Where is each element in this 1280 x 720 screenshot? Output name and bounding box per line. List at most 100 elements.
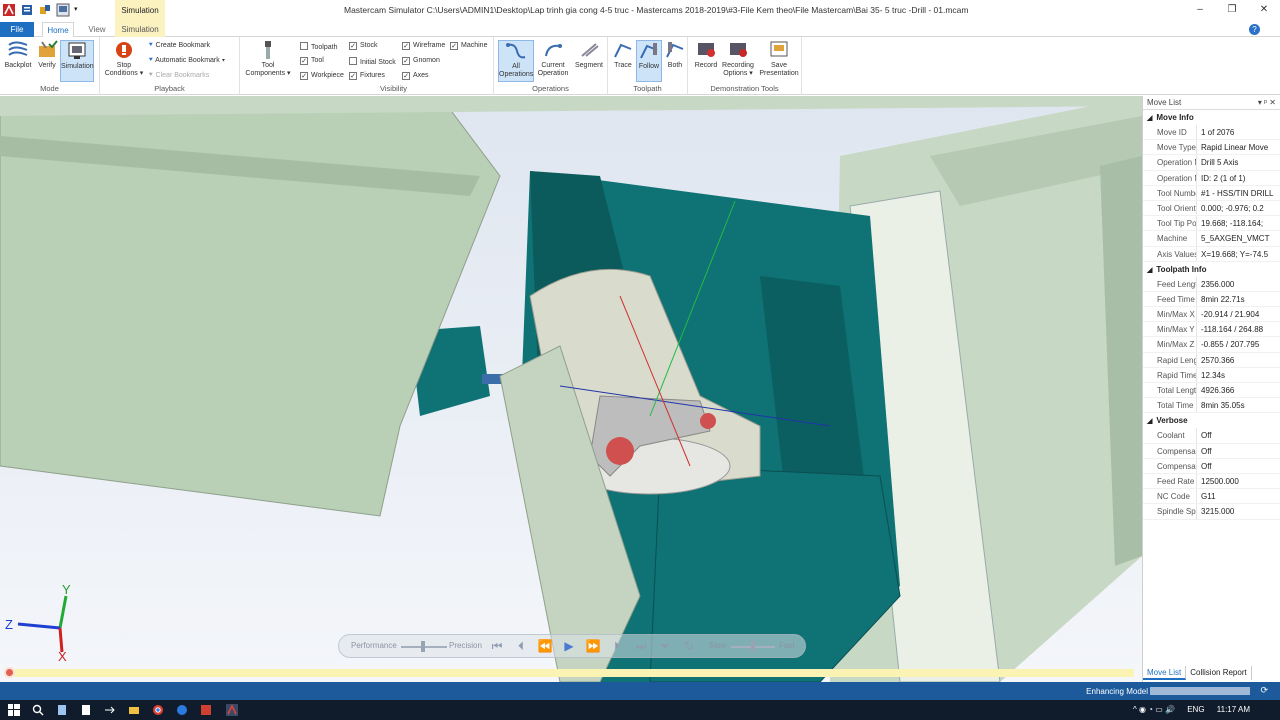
follow-button[interactable]: Follow <box>636 40 662 82</box>
restore-button[interactable]: ❐ <box>1216 0 1248 22</box>
rewind-icon[interactable]: ⏪ <box>537 638 553 654</box>
chrome-icon[interactable] <box>152 704 164 716</box>
arrow-icon[interactable] <box>104 704 116 716</box>
wireframe-checkbox[interactable]: ✓ Wireframe <box>402 42 445 50</box>
timeline-track[interactable] <box>14 669 1134 677</box>
property-row[interactable]: Coolant Off <box>1143 428 1280 444</box>
property-row[interactable]: Tool Tip Positi 19.668; -118.164; <box>1143 216 1280 232</box>
property-row[interactable]: Tool Orientati 0.000; -0.976; 0.2 <box>1143 200 1280 217</box>
mastercam-taskbar-icon[interactable] <box>226 704 238 716</box>
go-to-start-icon[interactable]: ⏮ <box>489 638 505 654</box>
automatic-bookmark-button[interactable]: ⯆ Automatic Bookmark ▾ <box>148 57 225 65</box>
collapse-triangle-icon[interactable]: ◢ <box>1147 418 1152 425</box>
property-row[interactable]: Rapid Time 12.34s <box>1143 367 1280 383</box>
play-icon[interactable]: ▶ <box>561 638 577 654</box>
go-to-end-icon[interactable]: ⏭ <box>633 638 649 654</box>
property-row[interactable]: Axis Values X=19.668; Y=-74.5 <box>1143 246 1280 262</box>
record-button[interactable]: Record <box>690 40 722 82</box>
section-header[interactable]: ◢ Move Info <box>1143 110 1280 125</box>
stop-conditions-button[interactable]: Stop Conditions ▾ <box>104 40 144 82</box>
simulation-button[interactable]: Simulation <box>60 40 94 82</box>
property-row[interactable]: Min/Max Z -0.855 / 207.795 <box>1143 337 1280 353</box>
tool-checkbox[interactable]: ✓ Tool <box>300 57 324 65</box>
save-presentation-button[interactable]: Save Presentation <box>758 40 800 82</box>
property-row[interactable]: Min/Max X -20.914 / 21.904 <box>1143 307 1280 323</box>
property-row[interactable]: Total Time 8min 35.05s <box>1143 398 1280 414</box>
tab-file[interactable]: File <box>0 22 34 37</box>
zalo-icon[interactable] <box>176 704 188 716</box>
current-operation-button[interactable]: Current Operation <box>535 40 571 82</box>
property-row[interactable]: Compensation Off <box>1143 443 1280 459</box>
property-row[interactable]: Feed Length 2356.000 <box>1143 276 1280 292</box>
step-tool-icon[interactable]: ⏷ <box>657 638 673 654</box>
loop-icon[interactable]: ↻ <box>681 638 697 654</box>
folder-icon[interactable] <box>128 704 140 716</box>
verify-button[interactable]: Verify <box>30 40 64 82</box>
search-icon[interactable] <box>32 704 44 716</box>
property-row[interactable]: Spindle Speed 3215.000 <box>1143 504 1280 520</box>
property-row[interactable]: Feed Time 8min 22.71s <box>1143 291 1280 308</box>
tool-components-button[interactable]: Tool Components ▾ <box>244 40 292 82</box>
menu-icon[interactable] <box>20 3 34 17</box>
segment-button[interactable]: Segment <box>572 40 606 82</box>
property-row[interactable]: Min/Max Y -118.164 / 264.88 <box>1143 322 1280 338</box>
property-row[interactable]: Total Length 4926.366 <box>1143 383 1280 399</box>
tray-icons[interactable]: ^ ◉ ◔ ▭ 🔊 <box>1133 705 1175 714</box>
language-indicator[interactable]: ENG <box>1187 705 1204 714</box>
help-icon[interactable]: ? <box>1249 24 1260 35</box>
timeline-handle-icon[interactable] <box>4 667 15 678</box>
step-back-icon[interactable]: ⏴ <box>513 638 529 654</box>
create-bookmark-button[interactable]: ⯆ Create Bookmark <box>148 42 210 50</box>
tab-collision-report[interactable]: Collision Report <box>1186 666 1252 680</box>
step-forward-icon[interactable]: ⏵ <box>609 638 625 654</box>
property-row[interactable]: Move ID 1 of 2076 <box>1143 125 1280 141</box>
tools-icon[interactable] <box>38 3 52 17</box>
simulation-viewport[interactable]: Y Z X <box>0 96 1142 682</box>
machine-checkbox[interactable]: ✓ Machine <box>450 42 487 50</box>
property-row[interactable]: Operation Na Drill 5 Axis <box>1143 155 1280 171</box>
document-icon[interactable] <box>80 704 92 716</box>
collapse-triangle-icon[interactable]: ◢ <box>1147 115 1152 122</box>
property-row[interactable]: Rapid Length 2570.366 <box>1143 352 1280 368</box>
trace-button[interactable]: Trace <box>610 40 636 82</box>
initial-stock-checkbox[interactable]: Initial Stock <box>349 57 396 66</box>
clear-bookmarks-button[interactable]: ⯆ Clear Bookmarks <box>148 72 209 80</box>
timeline-bar[interactable] <box>0 666 1142 680</box>
monitor-icon[interactable] <box>56 3 70 17</box>
tool-components-label-1: Tool <box>261 62 275 69</box>
tab-simulation[interactable]: Simulation <box>115 22 165 37</box>
quality-slider-thumb[interactable] <box>421 641 425 652</box>
fixtures-checkbox[interactable]: ✓ Fixtures <box>349 72 385 80</box>
tab-view[interactable]: View <box>84 22 110 37</box>
dropdown-icon[interactable]: ▾ <box>74 3 82 17</box>
recording-options-button[interactable]: Recording Options ▾ <box>720 40 756 82</box>
gnomon-checkbox[interactable]: ✓ Gnomon <box>402 57 440 65</box>
property-row[interactable]: Machine 5_5AXGEN_VMCT <box>1143 231 1280 247</box>
panel-controls-icon[interactable]: ▾ ᵖ ✕ <box>1258 96 1276 110</box>
property-row[interactable]: Compensation Off <box>1143 458 1280 474</box>
property-row[interactable]: Move Type Rapid Linear Move <box>1143 140 1280 156</box>
both-button[interactable]: Both <box>662 40 688 82</box>
toolpath-checkbox[interactable]: Toolpath <box>300 42 337 51</box>
clock[interactable]: 11:17 AM <box>1217 705 1250 714</box>
tab-move-list[interactable]: Move List <box>1143 666 1187 680</box>
windows-start-icon[interactable] <box>8 704 20 716</box>
tab-home[interactable]: Home <box>42 22 74 38</box>
workpiece-checkbox[interactable]: ✓ Workpiece <box>300 72 344 80</box>
section-header[interactable]: ◢ Toolpath Info <box>1143 262 1280 277</box>
minimize-button[interactable]: – <box>1184 0 1216 22</box>
fast-forward-icon[interactable]: ⏩ <box>585 638 601 654</box>
all-operations-button[interactable]: All Operations <box>498 40 534 82</box>
collapse-triangle-icon[interactable]: ◢ <box>1147 267 1152 274</box>
property-row[interactable]: Tool Number #1 - HSS/TIN DRILL <box>1143 185 1280 201</box>
file-icon[interactable] <box>56 704 68 716</box>
speed-slider-thumb[interactable] <box>751 641 755 652</box>
close-button[interactable]: ✕ <box>1248 0 1280 22</box>
section-header[interactable]: ◢ Verbose <box>1143 413 1280 428</box>
stock-checkbox[interactable]: ✓ Stock <box>349 42 378 50</box>
axes-checkbox[interactable]: ✓ Axes <box>402 72 429 80</box>
property-row[interactable]: Feed Rate 12500.000 <box>1143 473 1280 490</box>
app-icon[interactable] <box>200 704 212 716</box>
property-row[interactable]: Operation Nu ID: 2 (1 of 1) <box>1143 170 1280 186</box>
property-row[interactable]: NC Code G11 <box>1143 489 1280 505</box>
